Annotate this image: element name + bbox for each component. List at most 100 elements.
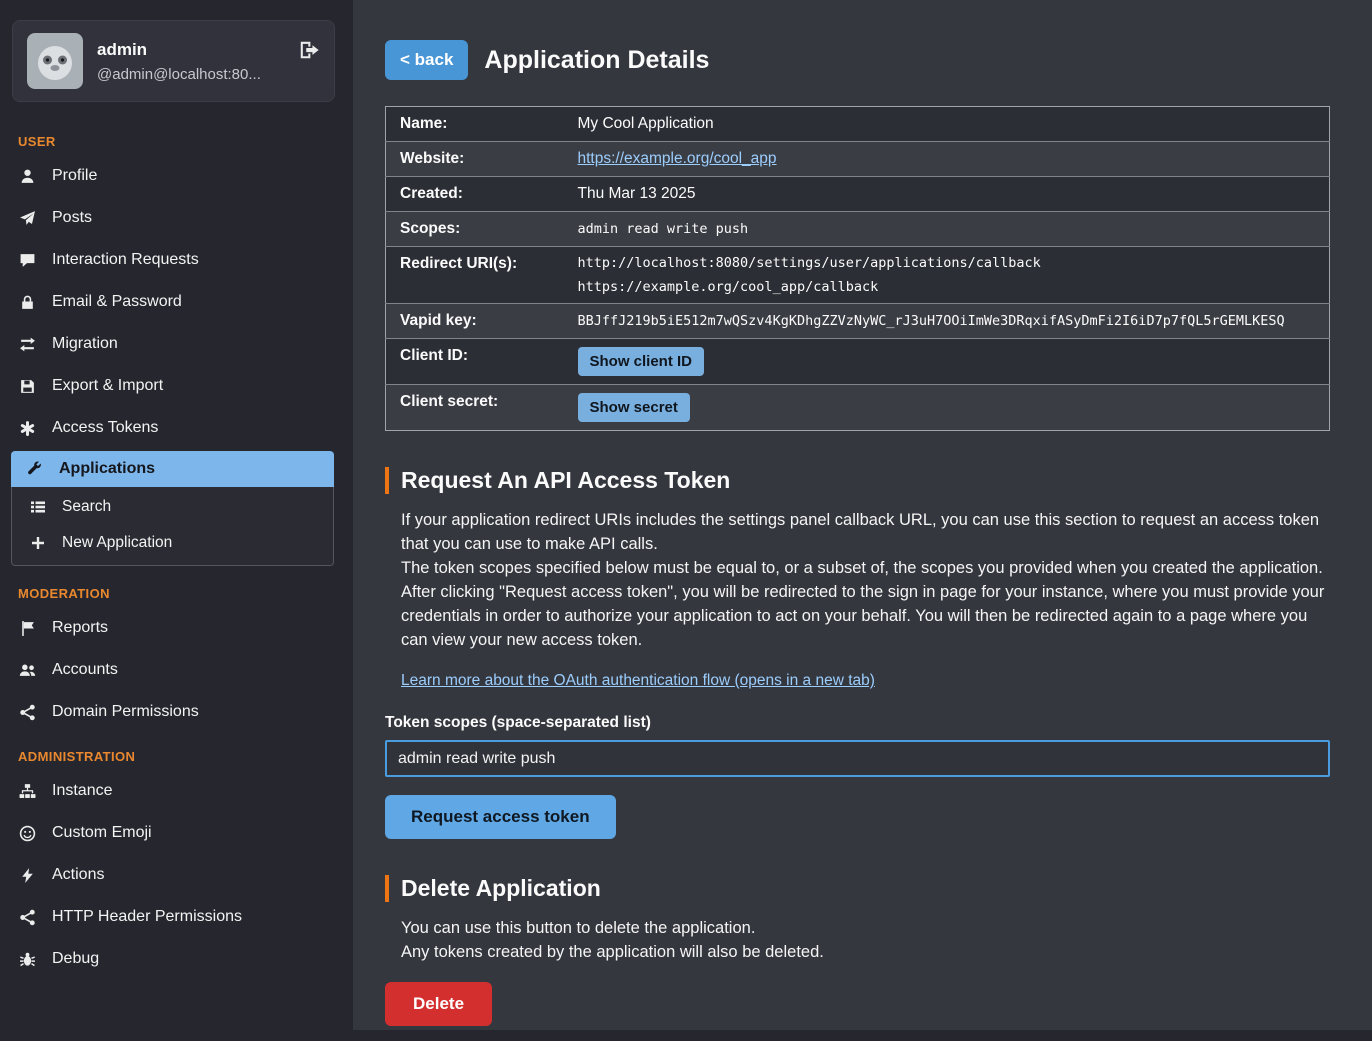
sidebar-item-instance[interactable]: Instance [0, 770, 345, 812]
back-button[interactable]: < back [385, 40, 468, 80]
flag-icon [18, 620, 37, 637]
show-client-id-button[interactable]: Show client ID [578, 347, 705, 376]
plus-icon [28, 535, 47, 551]
request-token-body: If your application redirect URIs includ… [385, 508, 1330, 690]
bug-icon [18, 951, 37, 968]
redirect-uri-2: https://example.org/cool_app/callback [578, 279, 1322, 295]
exchange-arrows-icon [18, 336, 37, 353]
website-link[interactable]: https://example.org/cool_app [578, 150, 777, 167]
row-label: Website: [386, 142, 578, 177]
sidebar-item-label: Domain Permissions [52, 703, 199, 721]
sidebar-item-profile[interactable]: Profile [0, 155, 345, 197]
comment-icon [18, 252, 37, 269]
sidebar-item-label: Interaction Requests [52, 251, 199, 269]
request-token-title: Request An API Access Token [385, 467, 1330, 494]
row-label: Redirect URI(s): [386, 247, 578, 304]
delete-application-section: Delete Application You can use this butt… [385, 875, 1330, 1026]
request-token-section: Request An API Access Token If your appl… [385, 467, 1330, 839]
table-row-name: Name: My Cool Application [386, 107, 1330, 142]
page-title: Application Details [484, 46, 709, 75]
smiley-icon [18, 825, 37, 842]
sidebar-item-export-import[interactable]: Export & Import [0, 365, 345, 407]
sidebar-item-label: Migration [52, 335, 118, 353]
table-row-created: Created: Thu Mar 13 2025 [386, 177, 1330, 212]
user-handle: @admin@localhost:80... [97, 66, 261, 83]
floppy-disk-icon [18, 378, 37, 395]
wrench-icon [25, 461, 44, 478]
sidebar-item-label: Access Tokens [52, 419, 158, 437]
row-label: Client secret: [386, 385, 578, 431]
avatar [27, 33, 83, 89]
sidebar-item-label: Custom Emoji [52, 824, 152, 842]
sidebar-item-label: Profile [52, 167, 97, 185]
request-token-paragraph-2: The token scopes specified below must be… [401, 556, 1330, 580]
table-row-client-id: Client ID: Show client ID [386, 339, 1330, 385]
sidebar-item-http-header-permissions[interactable]: HTTP Header Permissions [0, 896, 345, 938]
sidebar-item-domain-permissions[interactable]: Domain Permissions [0, 691, 345, 733]
row-value: Show secret [578, 385, 1330, 431]
request-access-token-button[interactable]: Request access token [385, 795, 616, 839]
sidebar-item-label: Reports [52, 619, 108, 637]
sidebar-item-custom-emoji[interactable]: Custom Emoji [0, 812, 345, 854]
row-label: Vapid key: [386, 304, 578, 339]
sidebar-item-posts[interactable]: Posts [0, 197, 345, 239]
sidebar-item-accounts[interactable]: Accounts [0, 649, 345, 691]
page-header: < back Application Details [385, 40, 1330, 80]
sidebar-item-actions[interactable]: Actions [0, 854, 345, 896]
logout-icon[interactable] [298, 39, 320, 61]
sidebar-item-label: Debug [52, 950, 99, 968]
lock-icon [18, 294, 37, 311]
sidebar-item-email-password[interactable]: Email & Password [0, 281, 345, 323]
row-value: Show client ID [578, 339, 1330, 385]
application-details-page: < back Application Details Name: My Cool… [385, 40, 1330, 1026]
sidebar-item-applications-search[interactable]: Search [12, 489, 333, 525]
redirect-uri-1: http://localhost:8080/settings/user/appl… [578, 255, 1322, 271]
sidebar-item-label: Applications [59, 460, 155, 478]
application-details-table: Name: My Cool Application Website: https… [385, 106, 1330, 431]
sidebar-item-new-application[interactable]: New Application [12, 525, 333, 561]
row-label: Created: [386, 177, 578, 212]
sidebar-item-interaction-requests[interactable]: Interaction Requests [0, 239, 345, 281]
show-secret-button[interactable]: Show secret [578, 393, 690, 422]
sidebar-item-access-tokens[interactable]: Access Tokens [0, 407, 345, 449]
app-window: admin @admin@localhost:80... USER Profil… [0, 0, 1372, 1030]
request-token-paragraph-3: After clicking "Request access token", y… [401, 580, 1330, 652]
delete-paragraph-1: You can use this button to delete the ap… [401, 916, 1330, 940]
sidebar-item-label: Actions [52, 866, 104, 884]
delete-button[interactable]: Delete [385, 982, 492, 1026]
user-name: admin [97, 40, 261, 60]
table-row-website: Website: https://example.org/cool_app [386, 142, 1330, 177]
sidebar-item-debug[interactable]: Debug [0, 938, 345, 980]
sitemap-icon [18, 783, 37, 800]
sidebar-item-migration[interactable]: Migration [0, 323, 345, 365]
table-row-vapid-key: Vapid key: BBJffJ219b5iE512m7wQSzv4KgKDh… [386, 304, 1330, 339]
paper-plane-icon [18, 210, 37, 227]
sidebar-item-reports[interactable]: Reports [0, 607, 345, 649]
token-scopes-input[interactable] [385, 740, 1330, 777]
applications-subnav: Search New Application [11, 487, 334, 566]
row-value: Thu Mar 13 2025 [578, 177, 1330, 212]
sidebar-item-label: Accounts [52, 661, 118, 679]
bolt-icon [18, 867, 37, 884]
list-icon [28, 499, 47, 515]
section-label-user: USER [0, 118, 345, 155]
oauth-docs-link[interactable]: Learn more about the OAuth authenticatio… [401, 672, 875, 690]
delete-paragraph-2: Any tokens created by the application wi… [401, 940, 1330, 964]
users-icon [18, 662, 37, 679]
table-row-client-secret: Client secret: Show secret [386, 385, 1330, 431]
sidebar-item-applications[interactable]: Applications [11, 451, 334, 487]
share-nodes-icon [18, 909, 37, 926]
row-value: My Cool Application [578, 107, 1330, 142]
delete-application-title: Delete Application [385, 875, 1330, 902]
row-label: Name: [386, 107, 578, 142]
row-label: Client ID: [386, 339, 578, 385]
section-label-moderation: MODERATION [0, 570, 345, 607]
row-label: Scopes: [386, 212, 578, 247]
row-value: BBJffJ219b5iE512m7wQSzv4KgKDhgZZVzNyWC_r… [578, 304, 1330, 339]
table-row-scopes: Scopes: admin read write push [386, 212, 1330, 247]
section-label-administration: ADMINISTRATION [0, 733, 345, 770]
asterisk-icon [18, 420, 37, 437]
sidebar-item-label: Search [62, 498, 111, 516]
delete-application-body: You can use this button to delete the ap… [385, 916, 1330, 964]
sidebar-item-label: New Application [62, 534, 172, 552]
